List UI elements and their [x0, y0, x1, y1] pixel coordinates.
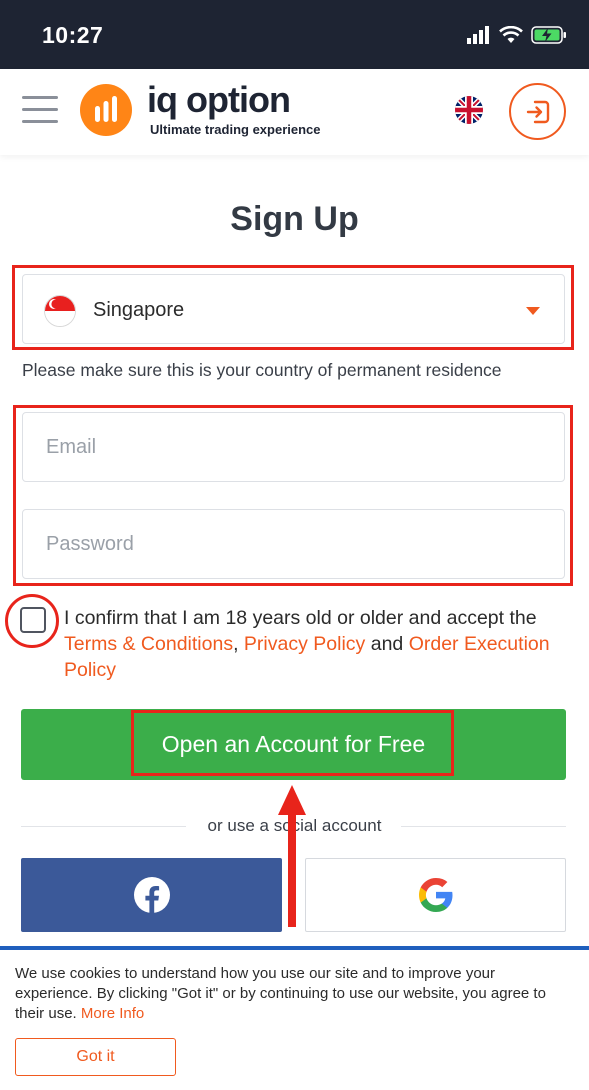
- consent-text: I confirm that I am 18 years old or olde…: [64, 605, 564, 683]
- facebook-signup-button[interactable]: [21, 858, 282, 932]
- battery-charging-icon: [531, 26, 566, 44]
- sign-in-icon: [526, 100, 549, 123]
- cookie-text: We use cookies to understand how you use…: [15, 964, 575, 1024]
- status-bar: 10:27: [0, 0, 589, 69]
- iq-option-logo-icon[interactable]: [80, 84, 132, 136]
- wifi-icon: [499, 26, 523, 43]
- singapore-flag-icon: [44, 295, 76, 327]
- status-time: 10:27: [42, 22, 104, 48]
- cookie-banner: We use cookies to understand how you use…: [0, 946, 589, 1090]
- country-select[interactable]: Singapore: [22, 274, 565, 344]
- more-info-link[interactable]: More Info: [81, 1005, 144, 1022]
- residence-note: Please make sure this is your country of…: [22, 360, 502, 380]
- hamburger-menu-icon[interactable]: [22, 96, 58, 126]
- logo-tagline: Ultimate trading experience: [150, 122, 321, 137]
- got-it-button[interactable]: Got it: [15, 1038, 176, 1076]
- chevron-down-icon: [526, 307, 540, 315]
- signal-icon: [467, 26, 489, 44]
- consent-prefix: I confirm that I am 18 years old or olde…: [64, 607, 537, 629]
- google-icon: [418, 878, 452, 912]
- google-signup-button[interactable]: [305, 858, 566, 932]
- login-button[interactable]: [509, 83, 566, 140]
- privacy-policy-link[interactable]: Privacy Policy: [244, 633, 365, 655]
- email-input[interactable]: [22, 412, 565, 482]
- social-divider-text: or use a social account: [207, 816, 382, 835]
- password-input[interactable]: [22, 509, 565, 579]
- age-consent-checkbox[interactable]: [20, 607, 46, 633]
- consent-comma: ,: [233, 633, 239, 655]
- consent-and: and: [370, 633, 404, 655]
- uk-flag-icon[interactable]: [455, 96, 483, 124]
- open-account-button[interactable]: Open an Account for Free: [21, 709, 566, 780]
- facebook-icon: [133, 877, 170, 913]
- site-header: iq option Ultimate trading experience: [0, 69, 589, 155]
- terms-link[interactable]: Terms & Conditions: [64, 633, 233, 655]
- page-title: Sign Up: [230, 200, 359, 238]
- country-value: Singapore: [93, 299, 185, 321]
- status-icons: [467, 22, 567, 48]
- logo-wordmark[interactable]: iq option: [147, 81, 291, 119]
